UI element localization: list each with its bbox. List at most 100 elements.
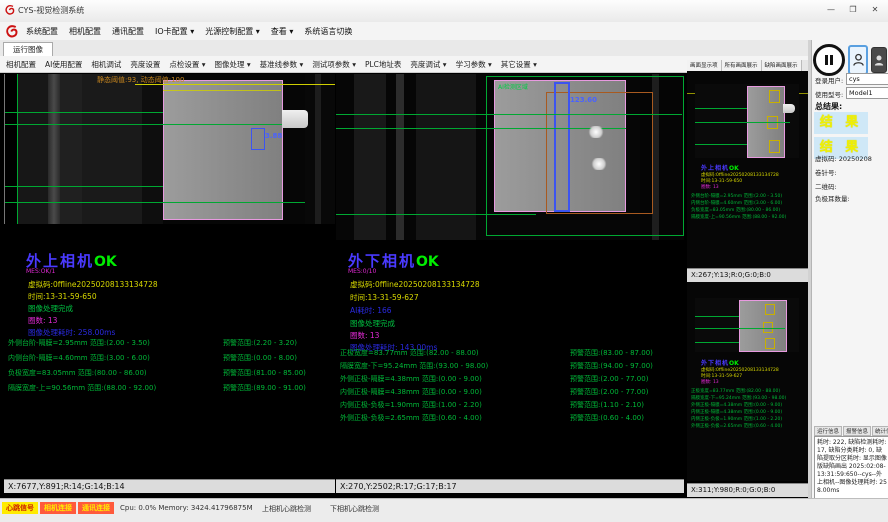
overlay-line bbox=[695, 108, 747, 109]
user-manage-button[interactable] bbox=[871, 47, 887, 73]
barcode-line: 虚拟码:0ffline20250208133134728 bbox=[350, 279, 480, 290]
toolbar-item[interactable]: 图像处理 ▾ bbox=[215, 60, 251, 69]
time-line: 时间:13-31-59-627 bbox=[350, 292, 419, 303]
overlay-line bbox=[5, 124, 305, 125]
model-label: 使用型号: bbox=[815, 89, 843, 99]
measurement-value: 外侧正极-负极=2.65mm 范围:(0.60 - 4.00) bbox=[340, 412, 570, 425]
measurement-warn-range: 预警范围:(2.00 - 77.00) bbox=[570, 388, 648, 396]
close-button[interactable]: ✕ bbox=[864, 2, 886, 18]
overlay-line bbox=[695, 316, 739, 317]
log-tab[interactable]: 报警信息 bbox=[843, 426, 871, 436]
menu-item[interactable]: IO卡配置 ▾ bbox=[155, 27, 194, 36]
cam-up-heartbeat-text: 上相机心跳检测 bbox=[262, 504, 311, 514]
thumbnail-2[interactable]: 外下相机OK 虚拟码:0ffline20250208133134728 时间:1… bbox=[687, 282, 808, 481]
log-text-box[interactable]: 耗时: 222, 缺陷检测耗时: 17, 缺陷分类耗时: 0, 缺陷提取分区耗时… bbox=[814, 436, 888, 500]
info-needle: 卷针号: bbox=[815, 167, 837, 177]
measurements-left: 外侧台阶-隔膜=2.95mm 范围:(2.00 - 3.50)预警范围:(2.2… bbox=[8, 336, 334, 396]
measurement-value: 外侧正极-隔膜=4.38mm 范围:(0.00 - 9.00) bbox=[340, 373, 570, 386]
menu-item[interactable]: 系统语言切换 bbox=[304, 27, 352, 36]
thumb-image bbox=[695, 84, 799, 158]
app-logo-icon bbox=[4, 4, 16, 16]
measurement-value: 内侧正极-隔膜=4.38mm 范围:(0.00 - 9.00) bbox=[691, 410, 782, 415]
toolbar-item[interactable]: 其它设置 ▾ bbox=[501, 60, 537, 69]
toolbar-item[interactable]: 相机调试 bbox=[91, 60, 121, 69]
overlay-line bbox=[695, 122, 790, 123]
measurement-value: 外侧台阶-隔膜=2.95mm 范围:(2.00 - 3.50) bbox=[8, 336, 223, 351]
log-tab[interactable]: 统计信息 bbox=[872, 426, 888, 436]
menu-item[interactable]: 系统配置 bbox=[26, 27, 58, 36]
camera-image-center[interactable]: AI检测区域 123.60 bbox=[336, 74, 684, 240]
toolbar-item[interactable]: 相机配置 bbox=[6, 60, 36, 69]
measurements-center: 正极宽度=83.77mm 范围:(82.00 - 88.00)预警范围:(83.… bbox=[340, 347, 684, 425]
overlay-line bbox=[336, 128, 626, 129]
toolbar-item[interactable]: 点检设置 ▾ bbox=[169, 60, 205, 69]
thumb-tab[interactable]: 画面显示项 bbox=[687, 60, 722, 71]
minimize-button[interactable]: — bbox=[820, 2, 842, 18]
result-ok: OK bbox=[416, 254, 439, 270]
image-shape bbox=[396, 74, 404, 240]
info-tab-count: 负极耳数量: bbox=[815, 193, 850, 203]
pause-icon bbox=[824, 54, 834, 66]
toolbar-item[interactable]: AI使用配置 bbox=[45, 60, 82, 69]
cam-down-heartbeat-text: 下相机心跳检测 bbox=[330, 504, 379, 514]
thumb-tab[interactable]: 缺陷画面展示 bbox=[762, 60, 802, 71]
toolbar-item[interactable]: 学习参数 ▾ bbox=[456, 60, 492, 69]
pause-button[interactable] bbox=[813, 44, 845, 76]
measurement-value: 正极宽度=83.77mm 范围:(82.00 - 88.00) bbox=[691, 389, 780, 394]
user-login-button[interactable] bbox=[848, 45, 868, 75]
maximize-button[interactable]: ❐ bbox=[842, 2, 864, 18]
total-result-label: 总结果: bbox=[815, 101, 842, 112]
overlay-line bbox=[695, 342, 739, 343]
camera-image-left[interactable]: 3.88 静态阈值:93, 动态阈值:100 bbox=[4, 74, 335, 224]
thumbnail-1[interactable]: 外上相机OK 虚拟码:0ffline20250208133134728 时间:1… bbox=[687, 71, 808, 268]
toolbar-item[interactable]: 测试项参数 ▾ bbox=[312, 60, 356, 69]
measurement-row: 内侧正极-隔膜=4.38mm 范围:(0.00 - 9.00)预警范围:(2.0… bbox=[340, 386, 684, 399]
camera-name: 外上相机 bbox=[701, 165, 729, 172]
overlay-line bbox=[336, 214, 536, 215]
login-value-field[interactable]: cys bbox=[846, 73, 888, 85]
toolbar-item[interactable]: PLC地址表 bbox=[365, 60, 401, 69]
tab-run-image[interactable]: 运行图像 bbox=[3, 42, 53, 57]
measurement-warn-range: 预警范围:(94.00 - 97.00) bbox=[570, 362, 653, 370]
log-tab[interactable]: 运行信息 bbox=[814, 426, 842, 436]
measurement-row: 负极宽度=83.05mm 范围:(80.00 - 86.00) bbox=[691, 207, 786, 214]
control-panel: 登录用户: cys 使用型号: Model1 总结果: 结 果 结 果 虚拟码:… bbox=[811, 40, 888, 498]
info-barcode: 虚拟码: 20250208 bbox=[815, 153, 872, 163]
image-shape bbox=[416, 74, 476, 240]
measurement-row: 内侧正极-隔膜=4.38mm 范围:(0.00 - 9.00) bbox=[691, 409, 786, 416]
annotation-box bbox=[769, 140, 780, 153]
menu-item[interactable]: 查看 ▾ bbox=[271, 27, 294, 36]
thumb-tab[interactable]: 所有画面展示 bbox=[722, 60, 762, 71]
menu-item[interactable]: 通讯配置 bbox=[112, 27, 144, 36]
cursor-status-thumb1: X:267;Y:13;R:0;G:0;B:0 bbox=[687, 268, 808, 282]
loops-line: 圈数: 13 bbox=[28, 315, 57, 326]
user-dark-icon bbox=[874, 54, 884, 67]
toolbar-item[interactable]: 亮度设置 bbox=[130, 60, 160, 69]
bright-spot bbox=[588, 126, 604, 138]
model-value-field[interactable]: Model1 bbox=[846, 87, 888, 99]
bright-spot bbox=[591, 158, 607, 170]
cursor-status-left: X:7677,Y:891;R:14;G:14;B:14 bbox=[4, 479, 335, 493]
loops-line: 圈数: 13 bbox=[701, 379, 719, 385]
measurement-row: 内侧台阶-隔膜=4.60mm 范围:(3.00 - 6.00) bbox=[691, 200, 786, 207]
result-ok: OK bbox=[729, 165, 739, 172]
done-line: 图像处理完成 bbox=[28, 303, 73, 314]
measurement-row: 隔膜宽度-下=95.24mm 范围:(93.00 - 98.00)预警范围:(9… bbox=[340, 360, 684, 373]
measurement-row: 内侧正极-负极=1.90mm 范围:(1.00 - 2.20) bbox=[691, 416, 786, 423]
toolbar-item[interactable]: 亮度调试 ▾ bbox=[410, 60, 446, 69]
menu-item[interactable]: 光源控制配置 ▾ bbox=[205, 27, 260, 36]
ai-elapsed-line: AI耗时: 166 bbox=[350, 305, 392, 316]
measurement-value: 外侧正极-隔膜=4.38mm 范围:(0.00 - 9.00) bbox=[691, 403, 782, 408]
measurement-warn-range: 预警范围:(2.00 - 77.00) bbox=[570, 375, 648, 383]
measurement-value: 正极宽度=83.77mm 范围:(82.00 - 88.00) bbox=[340, 347, 570, 360]
connector-tab bbox=[282, 110, 308, 128]
measure-label: 3.88 bbox=[265, 132, 282, 140]
done-line: 图像处理完成 bbox=[350, 318, 395, 329]
toolbar-item[interactable]: 基准线参数 ▾ bbox=[260, 60, 304, 69]
heartbeat-badge: 心跳信号 bbox=[2, 502, 38, 514]
measure-label: 123.60 bbox=[570, 96, 597, 104]
measurement-row: 正极宽度=83.77mm 范围:(82.00 - 88.00) bbox=[691, 388, 786, 395]
image-shape bbox=[315, 74, 321, 224]
measurement-row: 隔膜宽度-上=90.56mm 范围:(88.00 - 92.00)预警范围:(8… bbox=[8, 381, 334, 396]
menu-item[interactable]: 相机配置 bbox=[69, 27, 101, 36]
